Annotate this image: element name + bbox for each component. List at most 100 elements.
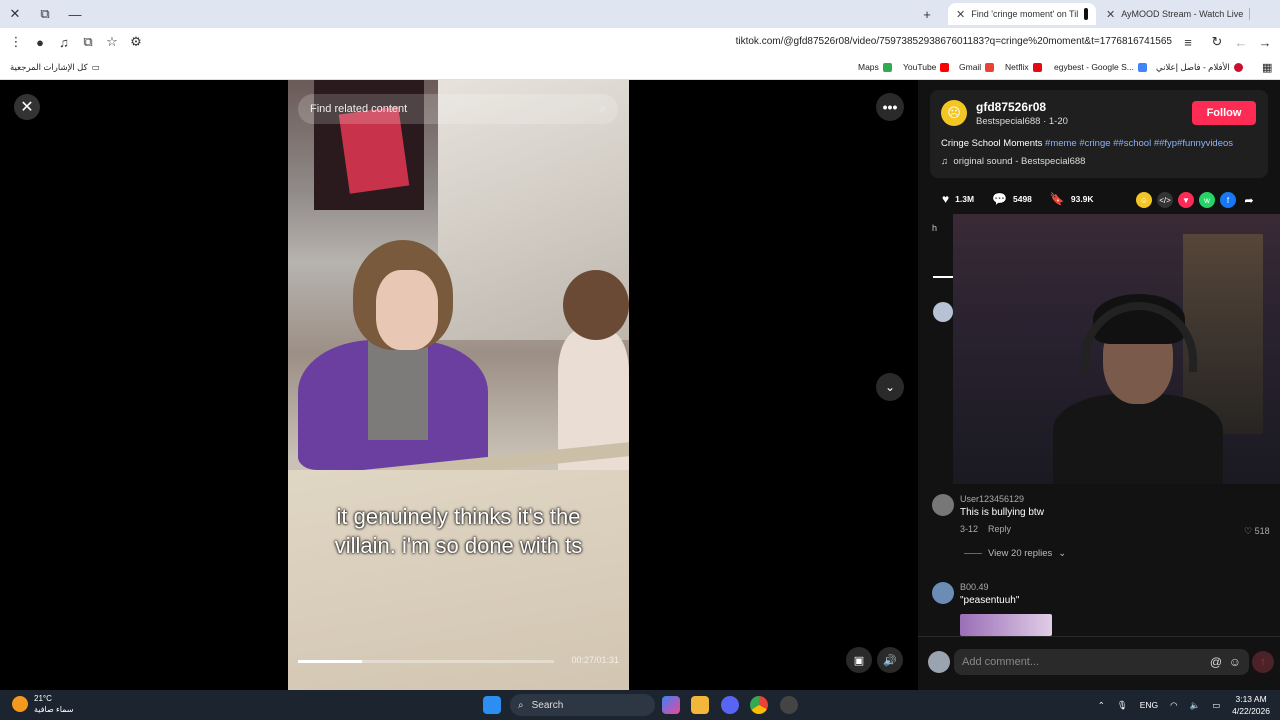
bookmark-star-icon[interactable]: ☆ — [100, 30, 124, 54]
whatsapp-icon[interactable]: w — [1199, 192, 1215, 208]
windows-start-icon[interactable] — [483, 696, 501, 714]
comment-composer: Add comment... @ ☺ ↑ — [918, 636, 1280, 690]
volume-icon[interactable]: 🔊 — [877, 647, 903, 673]
bookmark-gmail[interactable]: Gmail — [959, 62, 995, 72]
view-replies-button[interactable]: View 20 replies ⌄ — [964, 548, 1066, 559]
reload-icon[interactable]: ↻ — [1205, 30, 1229, 54]
folder-icon: ▭ — [91, 62, 100, 72]
site-info-icon[interactable]: ⚙ — [124, 30, 148, 54]
weather-widget[interactable]: 21°C سماء صافية — [12, 693, 74, 715]
speaker-icon[interactable]: 🔈 — [1190, 700, 1201, 711]
menu-dots-icon[interactable]: ⋮ — [4, 30, 28, 54]
embed-icon[interactable]: </> — [1157, 192, 1173, 208]
discord-icon[interactable] — [721, 696, 739, 714]
send-icon[interactable]: ↑ — [1252, 651, 1274, 673]
avatar[interactable] — [933, 302, 953, 322]
bookmark-maps[interactable]: Maps — [858, 62, 892, 72]
tab-label-partial[interactable]: h — [932, 223, 952, 233]
extensions-icon[interactable]: ⧉ — [76, 30, 100, 54]
chevron-up-icon[interactable]: ⌃ — [1098, 700, 1105, 711]
all-bookmarks[interactable]: كل الإشارات المرجعية ▭ — [10, 62, 100, 73]
back-icon[interactable]: ← — [1229, 30, 1253, 54]
comment-like-button[interactable]: ♡ 518 — [1244, 526, 1270, 537]
send-to-friends-icon[interactable]: ▼ — [1178, 192, 1194, 208]
mention-icon[interactable]: @ — [1210, 655, 1222, 669]
copilot-icon[interactable] — [662, 696, 680, 714]
taskbar-search[interactable]: ⌕ Search — [510, 694, 655, 716]
minimize-window-icon[interactable]: — — [60, 0, 90, 28]
bookmark-egybest[interactable]: egybest - Google S... — [1054, 62, 1147, 72]
author-subline: Bestspecial688 · 1-20 — [976, 116, 1068, 127]
description-text: Cringe School Moments — [941, 138, 1046, 149]
apps-grid-icon[interactable]: ▦ — [1262, 61, 1272, 74]
forward-icon[interactable]: → — [1253, 30, 1277, 54]
tab-close-icon[interactable]: ✕ — [956, 8, 965, 21]
wifi-icon[interactable]: ◠ — [1170, 700, 1177, 711]
profile-icon[interactable]: ● — [28, 30, 52, 54]
tune-icon[interactable]: ≡ — [1176, 30, 1200, 54]
author-username[interactable]: gfd87526r08 — [976, 100, 1046, 114]
bookmark-aflam[interactable]: الأفلام - فاصل إعلاني — [1156, 62, 1243, 73]
search-icon[interactable]: ⌕ — [600, 103, 606, 116]
comment-item: User123456129 This is bullying btw 3-12 … — [932, 494, 1272, 544]
comment-user[interactable]: User123456129 — [960, 494, 1024, 504]
heart-icon — [1233, 63, 1243, 72]
avatar[interactable] — [932, 582, 954, 604]
comment-input[interactable]: Add comment... @ ☺ — [954, 649, 1249, 675]
restore-window-icon[interactable]: ⧉ — [30, 0, 60, 28]
tab-tiktok[interactable]: ✕ Find 'cringe moment' on Til — [948, 3, 1096, 25]
bookmark-label: egybest - Google S... — [1054, 62, 1134, 72]
clock[interactable]: 3:13 AM 4/22/2026 — [1232, 693, 1270, 717]
avatar[interactable]: ☹ — [941, 100, 967, 126]
comment-placeholder: Add comment... — [962, 656, 1040, 668]
bookmark-youtube[interactable]: YouTube — [903, 62, 950, 72]
share-row: ☺ </> ▼ w f ➦ — [1136, 192, 1257, 208]
app-icon[interactable] — [780, 696, 798, 714]
facebook-icon[interactable]: f — [1220, 192, 1236, 208]
comment-image-thumbnail[interactable] — [960, 614, 1052, 636]
reply-button[interactable]: Reply — [988, 524, 1011, 534]
chevron-down-icon[interactable]: ⌄ — [876, 373, 904, 401]
like-count: 1.3M — [955, 194, 975, 204]
find-related-search[interactable]: Find related content ⌕ — [298, 94, 618, 124]
address-url[interactable]: tiktok.com/@gfd87526r08/video/7597385293… — [736, 36, 1172, 47]
like-button[interactable]: ♥ 1.3M — [942, 192, 974, 206]
follow-button[interactable]: Follow — [1192, 101, 1256, 125]
sound-link[interactable]: ♫ original sound - Bestspecial688 — [941, 156, 1085, 167]
comment-item: B00.49 "peasentuuh" — [932, 582, 1272, 612]
media-control-icon[interactable]: ♫ — [52, 30, 76, 54]
tab-aymood[interactable]: ✕ AyMOOD Stream - Watch Live — [1098, 3, 1258, 25]
avatar[interactable] — [932, 494, 954, 516]
post-info-card: ☹ gfd87526r08 Bestspecial688 · 1-20 Foll… — [930, 90, 1268, 178]
emoji-icon[interactable]: ☺ — [1229, 655, 1241, 669]
bookmark-label: Maps — [858, 62, 879, 72]
share-arrow-icon[interactable]: ➦ — [1241, 192, 1257, 208]
repost-icon[interactable]: ☺ — [1136, 192, 1152, 208]
file-explorer-icon[interactable] — [691, 696, 709, 714]
all-bookmarks-label: كل الإشارات المرجعية — [10, 62, 88, 72]
save-button[interactable]: 🔖 93.9K — [1050, 192, 1094, 206]
language-indicator[interactable]: ENG — [1140, 700, 1158, 710]
kick-favicon-icon — [1249, 8, 1250, 20]
video-progress-bar[interactable] — [298, 660, 554, 663]
chevron-down-icon: ⌄ — [1058, 548, 1067, 559]
floating-player-icon[interactable]: ▣ — [846, 647, 872, 673]
streamer-webcam-overlay — [953, 214, 1280, 484]
more-options-icon[interactable]: ••• — [876, 93, 904, 121]
chrome-icon[interactable] — [750, 696, 768, 714]
progress-fill — [298, 660, 362, 663]
bookmark-netflix[interactable]: Netflix — [1005, 62, 1042, 72]
hashtags[interactable]: #meme #cringe ##school ##fyp#funnyvideos — [1045, 138, 1233, 149]
comment-user[interactable]: B00.49 — [960, 582, 989, 592]
close-window-icon[interactable]: ✕ — [0, 0, 30, 28]
microphone-icon[interactable]: 🎙 — [1117, 700, 1128, 711]
video-player[interactable]: Find related content ⌕ it genuinely thin… — [288, 80, 629, 690]
browser-tabbar: ✕ ⧉ — + ✕ Find 'cringe moment' on Til ✕ … — [0, 0, 1280, 28]
battery-icon[interactable]: ▭ — [1212, 700, 1220, 711]
weather-icon — [12, 696, 28, 712]
close-icon[interactable]: ✕ — [14, 94, 40, 120]
comment-button[interactable]: 💬 5498 — [992, 192, 1032, 206]
new-tab-icon[interactable]: + — [912, 0, 942, 28]
tab-close-icon[interactable]: ✕ — [1106, 8, 1115, 21]
clock-date: 4/22/2026 — [1232, 706, 1270, 716]
